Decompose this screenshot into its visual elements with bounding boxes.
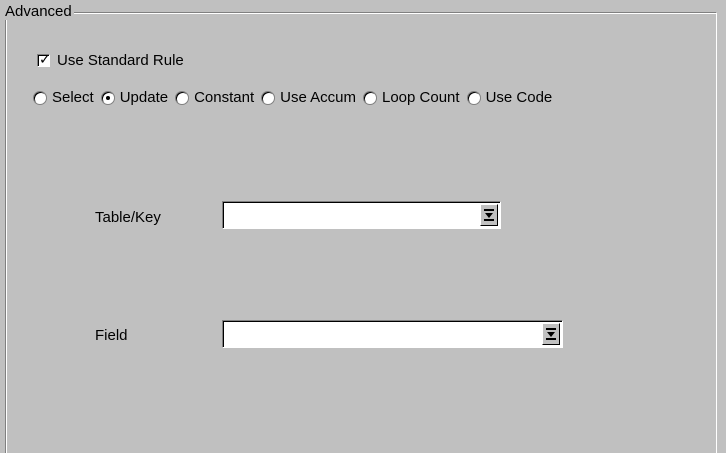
radio-circle[interactable] [466,90,481,105]
radio-loop-count[interactable]: Loop Count [362,89,460,106]
radio-circle[interactable] [362,90,377,105]
radio-use-code[interactable]: Use Code [466,89,553,106]
dropdown-arrow-icon [484,209,494,221]
radio-use-accum[interactable]: Use Accum [261,89,356,106]
table-key-combobox[interactable] [222,201,501,229]
radio-select[interactable]: Select [33,89,94,106]
checkmark-icon: ✓ [39,51,51,67]
radio-label: Use Accum [280,89,356,106]
table-key-label: Table/Key [95,209,161,226]
radio-constant[interactable]: Constant [175,89,254,106]
dropdown-button[interactable] [542,323,560,345]
field-combobox[interactable] [222,320,563,348]
radio-circle[interactable] [33,90,47,105]
radio-circle[interactable] [175,90,190,105]
radio-label: Use Code [485,89,553,106]
radio-label: Constant [194,89,255,106]
radio-label: Update [119,89,169,106]
radio-label: Loop Count [381,89,460,106]
radio-circle[interactable] [100,90,115,105]
radio-label: Select [52,89,94,106]
group-title: Advanced [3,3,74,20]
dropdown-arrow-icon [546,328,556,340]
checkbox-label: Use Standard Rule [57,52,184,69]
use-standard-rule-checkbox[interactable]: ✓ Use Standard Rule [37,51,184,69]
radio-circle[interactable] [261,90,276,105]
advanced-groupbox [5,12,717,453]
dropdown-button[interactable] [480,204,498,226]
field-label: Field [95,327,128,344]
checkbox-box[interactable]: ✓ [37,51,51,67]
radio-selected-dot [105,95,110,100]
rule-type-radio-group: Select Update Constant Use Accum Loop Co… [33,89,559,106]
radio-update[interactable]: Update [100,89,169,106]
